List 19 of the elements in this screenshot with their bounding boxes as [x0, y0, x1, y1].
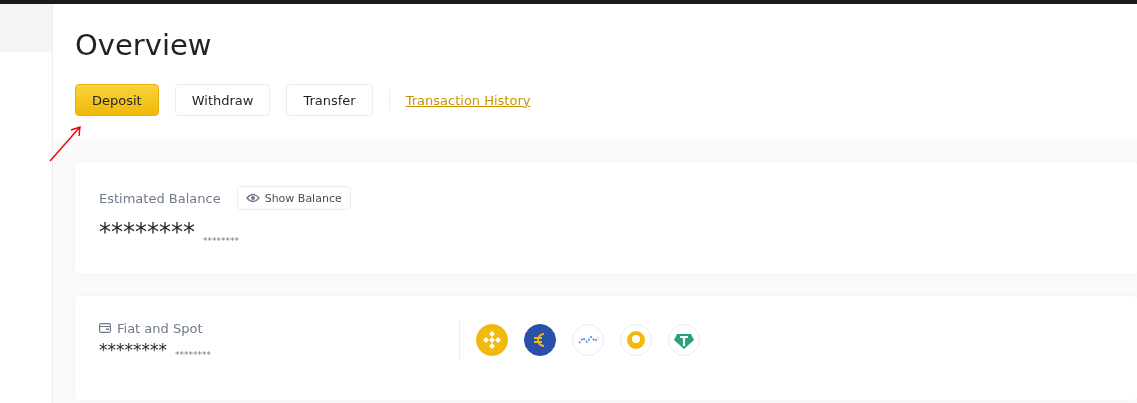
action-button[interactable]: Transfer [286, 84, 373, 116]
tether-coin-icon [668, 324, 700, 356]
zigzag-coin-icon [572, 324, 604, 356]
balance-label: Estimated Balance [99, 190, 221, 206]
wallet-icon [99, 323, 111, 333]
action-button[interactable]: Withdraw [174, 84, 271, 116]
wallet-fiat: ******** [175, 349, 211, 360]
balance-fiat: ******** [203, 236, 239, 246]
lion-coin-icon [620, 324, 652, 356]
show-balance-button[interactable]: Show Balance [236, 186, 351, 210]
balance-amount: ******** [99, 218, 195, 246]
deposit-button[interactable]: Deposit [75, 84, 159, 116]
eye-icon [245, 193, 260, 203]
page-title: Overview [75, 28, 213, 62]
wallet-amount: ******** [99, 339, 167, 360]
diamond-coin-icon [476, 324, 508, 356]
wallet-label: Fiat and Spot [117, 320, 203, 336]
annotation-arrow [49, 124, 83, 162]
euro-coin-icon [524, 324, 556, 356]
